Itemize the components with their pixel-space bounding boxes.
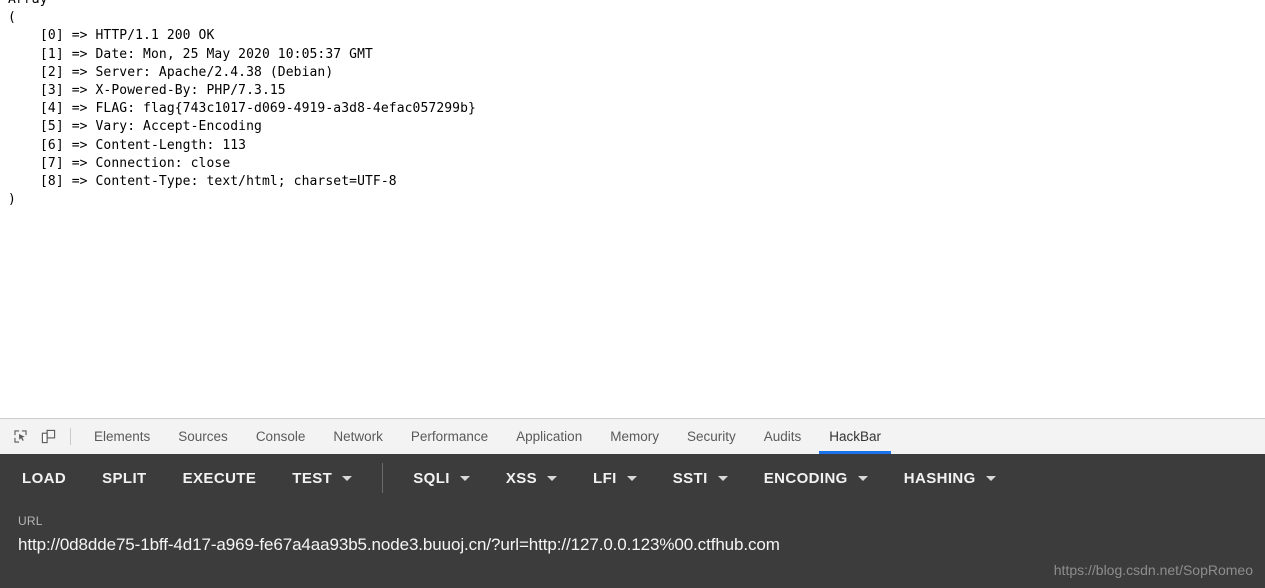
chevron-down-icon bbox=[459, 475, 470, 481]
tab-sources[interactable]: Sources bbox=[164, 419, 242, 454]
hackbar-xss-label: XSS bbox=[505, 469, 538, 487]
array-header: Array bbox=[8, 0, 48, 7]
hackbar-ssti-label: SSTI bbox=[672, 469, 708, 487]
hackbar-sqli-button[interactable]: SQLI bbox=[413, 470, 470, 487]
hackbar-ssti-button[interactable]: SSTI bbox=[673, 470, 728, 487]
tab-hackbar[interactable]: HackBar bbox=[815, 419, 895, 454]
chevron-down-icon bbox=[857, 475, 868, 481]
tab-security[interactable]: Security bbox=[673, 419, 750, 454]
chevron-down-icon bbox=[626, 475, 637, 481]
chevron-down-icon bbox=[985, 475, 996, 481]
toolbar-divider bbox=[70, 428, 71, 445]
hackbar-lfi-button[interactable]: LFI bbox=[593, 470, 637, 487]
hackbar-url-input[interactable]: http://0d8dde75-1bff-4d17-a969-fe67a4aa9… bbox=[18, 535, 1265, 555]
devtools-tab-list: Elements Sources Console Network Perform… bbox=[80, 419, 895, 454]
hackbar-sqli-label: SQLI bbox=[413, 469, 450, 487]
tab-elements[interactable]: Elements bbox=[80, 419, 164, 454]
tab-console[interactable]: Console bbox=[242, 419, 320, 454]
header-line-1: [1] => Date: Mon, 25 May 2020 10:05:37 G… bbox=[40, 46, 373, 62]
tab-application[interactable]: Application bbox=[502, 419, 596, 454]
hackbar-load-button[interactable]: LOAD bbox=[22, 470, 66, 487]
header-line-8: [8] => Content-Type: text/html; charset=… bbox=[40, 174, 397, 190]
hackbar-test-label: TEST bbox=[292, 469, 333, 487]
hackbar-split-button[interactable]: SPLIT bbox=[102, 470, 147, 487]
header-line-2: [2] => Server: Apache/2.4.38 (Debian) bbox=[40, 64, 334, 80]
chevron-down-icon bbox=[547, 475, 558, 481]
tab-sources-label: Sources bbox=[178, 429, 228, 444]
inspect-element-icon[interactable] bbox=[6, 423, 34, 451]
tab-audits[interactable]: Audits bbox=[750, 419, 816, 454]
tab-performance[interactable]: Performance bbox=[397, 419, 502, 454]
tab-performance-label: Performance bbox=[410, 429, 489, 444]
chevron-down-icon bbox=[717, 475, 728, 481]
array-close-paren: ) bbox=[8, 192, 16, 208]
hackbar-hashing-label: HASHING bbox=[903, 469, 976, 487]
tab-hackbar-label: HackBar bbox=[829, 429, 882, 444]
header-line-0: [0] => HTTP/1.1 200 OK bbox=[40, 28, 215, 44]
devtools-tool-icons bbox=[0, 419, 80, 454]
hackbar-execute-label: EXECUTE bbox=[182, 469, 257, 487]
header-line-3: [3] => X-Powered-By: PHP/7.3.15 bbox=[40, 83, 286, 99]
tab-memory[interactable]: Memory bbox=[596, 419, 673, 454]
device-toolbar-icon[interactable] bbox=[34, 423, 62, 451]
array-open-paren: ( bbox=[8, 10, 16, 26]
page-content-area: Array ( [0] => HTTP/1.1 200 OK [1] => Da… bbox=[0, 0, 1265, 418]
tab-elements-label: Elements bbox=[94, 429, 151, 444]
print-r-output: Array ( [0] => HTTP/1.1 200 OK [1] => Da… bbox=[0, 0, 1265, 209]
tab-console-label: Console bbox=[255, 429, 306, 444]
tab-security-label: Security bbox=[686, 429, 736, 444]
tab-network-label: Network bbox=[333, 429, 383, 444]
screenshot-root: Array ( [0] => HTTP/1.1 200 OK [1] => Da… bbox=[0, 0, 1265, 588]
hackbar-hashing-button[interactable]: HASHING bbox=[904, 470, 996, 487]
hackbar-toolbar: LOAD SPLIT EXECUTE TEST SQLI XSS LFI SST… bbox=[0, 454, 1265, 502]
hackbar-lfi-label: LFI bbox=[593, 469, 617, 487]
header-line-4-flag: [4] => FLAG: flag{743c1017-d069-4919-a3d… bbox=[40, 101, 476, 117]
chevron-down-icon bbox=[342, 475, 353, 481]
tab-network[interactable]: Network bbox=[319, 419, 397, 454]
watermark-text: https://blog.csdn.net/SopRomeo bbox=[1053, 562, 1253, 578]
hackbar-split-label: SPLIT bbox=[102, 469, 147, 487]
hackbar-xss-button[interactable]: XSS bbox=[505, 469, 558, 487]
header-line-7: [7] => Connection: close bbox=[40, 155, 231, 171]
hackbar-load-label: LOAD bbox=[22, 469, 67, 487]
hackbar-execute-button[interactable]: EXECUTE bbox=[183, 470, 257, 487]
tab-application-label: Application bbox=[516, 429, 583, 444]
hackbar-url-block: URL http://0d8dde75-1bff-4d17-a969-fe67a… bbox=[0, 502, 1265, 555]
tab-memory-label: Memory bbox=[610, 429, 659, 444]
devtools-tabbar: Elements Sources Console Network Perform… bbox=[0, 418, 1265, 454]
hackbar-toolbar-divider bbox=[382, 463, 384, 493]
header-line-6: [6] => Content-Length: 113 bbox=[40, 137, 247, 153]
hackbar-test-button[interactable]: TEST bbox=[292, 469, 353, 487]
hackbar-encoding-button[interactable]: ENCODING bbox=[764, 470, 868, 487]
hackbar-encoding-label: ENCODING bbox=[763, 469, 848, 487]
tab-audits-label: Audits bbox=[763, 429, 802, 444]
hackbar-url-label: URL bbox=[18, 514, 43, 528]
header-line-5: [5] => Vary: Accept-Encoding bbox=[40, 119, 262, 135]
